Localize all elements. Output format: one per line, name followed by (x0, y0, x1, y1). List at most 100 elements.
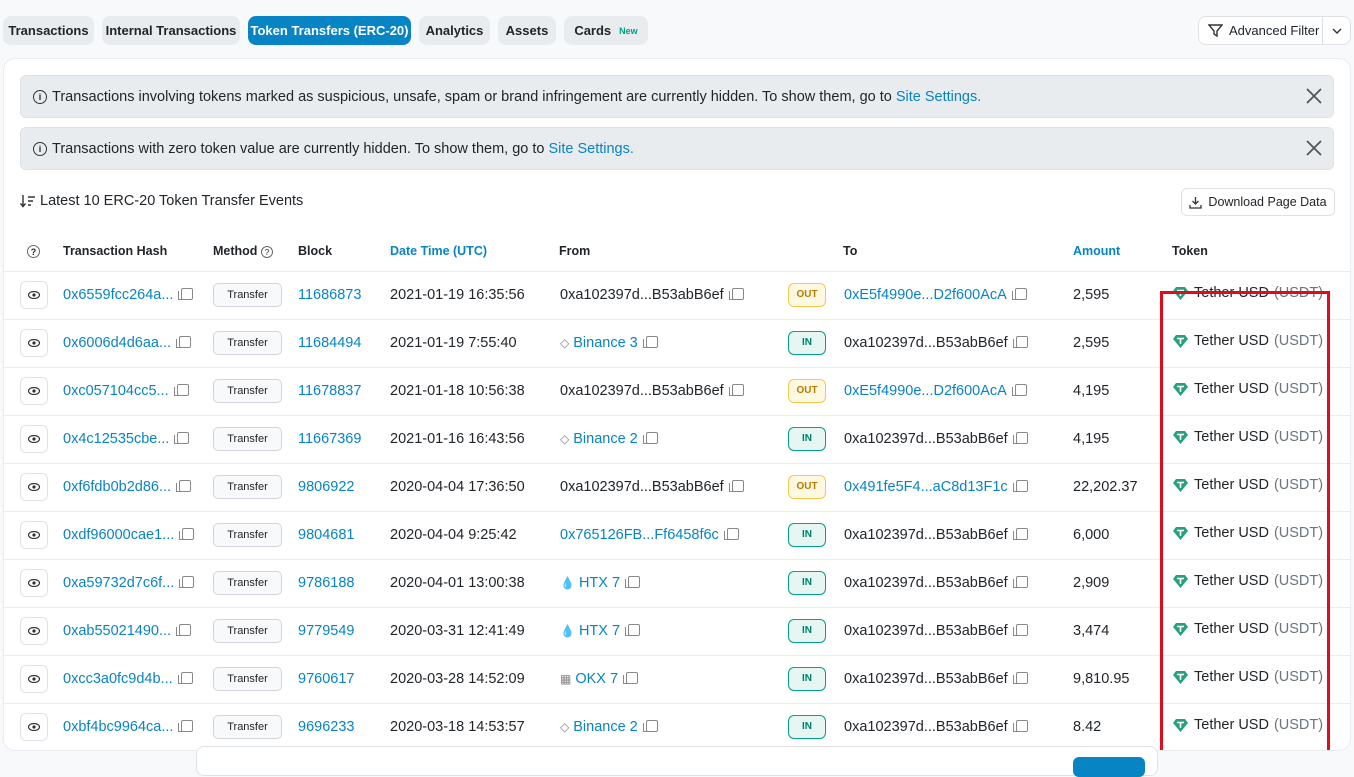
block-link[interactable]: 11667369 (298, 431, 361, 447)
tab-transactions[interactable]: Transactions (3, 16, 94, 45)
view-details-button[interactable] (20, 569, 48, 597)
copy-icon[interactable] (1012, 336, 1028, 348)
token-link[interactable]: Tether USD (USDT) (1172, 285, 1323, 301)
tx-hash-link[interactable]: 0x6006d4d6aa... (63, 335, 171, 351)
tx-hash-link[interactable]: 0x4c12535cbe... (63, 431, 169, 447)
copy-icon[interactable] (173, 384, 189, 396)
block-link[interactable]: 9779549 (298, 623, 354, 639)
tab-token-transfers[interactable]: Token Transfers (ERC-20) (248, 16, 411, 45)
block-link[interactable]: 11686873 (298, 287, 361, 303)
block-link[interactable]: 9806922 (298, 479, 354, 495)
tab-assets[interactable]: Assets (498, 16, 556, 45)
copy-icon[interactable] (625, 624, 641, 636)
help-icon[interactable]: ? (260, 246, 273, 258)
copy-icon[interactable] (177, 672, 193, 684)
token-link[interactable]: Tether USD (USDT) (1172, 621, 1323, 637)
from-address[interactable]: Binance 2 (573, 431, 638, 447)
copy-icon[interactable] (174, 432, 190, 444)
copy-icon[interactable] (176, 336, 192, 348)
from-address[interactable]: 0x765126FB...Ff6458f6c (560, 527, 719, 543)
tx-hash-link[interactable]: 0xc057104cc5... (63, 383, 169, 399)
tx-hash-link[interactable]: 0x6559fcc264a... (63, 287, 173, 303)
view-details-button[interactable] (20, 521, 48, 549)
tx-hash-link[interactable]: 0xab55021490... (63, 623, 171, 639)
copy-icon[interactable] (1012, 576, 1028, 588)
copy-icon[interactable] (1012, 432, 1028, 444)
from-address[interactable]: Binance 3 (573, 335, 638, 351)
copy-icon[interactable] (179, 528, 195, 540)
view-details-button[interactable] (20, 377, 48, 405)
floating-bar-button[interactable] (1073, 757, 1145, 777)
view-details-button[interactable] (20, 473, 48, 501)
token-link[interactable]: Tether USD (USDT) (1172, 669, 1323, 685)
copy-icon[interactable] (179, 576, 195, 588)
token-link[interactable]: Tether USD (USDT) (1172, 717, 1323, 733)
view-details-button[interactable] (20, 425, 48, 453)
download-label: Download Page Data (1208, 195, 1327, 209)
header-datetime[interactable]: Date Time (UTC) (390, 231, 559, 272)
view-details-button[interactable] (20, 281, 48, 309)
token-link[interactable]: Tether USD (USDT) (1172, 333, 1323, 349)
site-settings-link[interactable]: Site Settings. (896, 89, 981, 105)
tx-hash-link[interactable]: 0xdf96000cae1... (63, 527, 174, 543)
tab-analytics[interactable]: Analytics (419, 16, 490, 45)
copy-icon[interactable] (642, 336, 658, 348)
copy-icon[interactable] (728, 384, 744, 396)
copy-icon[interactable] (728, 480, 744, 492)
help-icon[interactable]: ? (27, 245, 40, 258)
copy-icon[interactable] (1012, 480, 1028, 492)
copy-icon[interactable] (178, 288, 194, 300)
from-address[interactable]: OKX 7 (575, 671, 618, 687)
copy-icon[interactable] (178, 720, 194, 732)
copy-icon[interactable] (1011, 288, 1027, 300)
block-link[interactable]: 9786188 (298, 575, 354, 591)
token-link[interactable]: Tether USD (USDT) (1172, 573, 1323, 589)
token-link[interactable]: Tether USD (USDT) (1172, 525, 1323, 541)
copy-icon[interactable] (176, 480, 192, 492)
to-address[interactable]: 0xE5f4990e...D2f600AcA (844, 383, 1007, 399)
token-link[interactable]: Tether USD (USDT) (1172, 381, 1323, 397)
block-link[interactable]: 9804681 (298, 527, 354, 543)
copy-icon[interactable] (642, 720, 658, 732)
copy-icon[interactable] (625, 576, 641, 588)
advanced-filter-dropdown[interactable] (1323, 28, 1350, 34)
from-address[interactable]: HTX 7 (579, 623, 620, 639)
to-address[interactable]: 0xE5f4990e...D2f600AcA (844, 287, 1007, 303)
to-address[interactable]: 0x491fe5F4...aC8d13F1c (844, 479, 1008, 495)
block-link[interactable]: 11678837 (298, 383, 361, 399)
view-details-button[interactable] (20, 329, 48, 357)
copy-icon[interactable] (1011, 384, 1027, 396)
copy-icon[interactable] (1012, 720, 1028, 732)
block-link[interactable]: 11684494 (298, 335, 361, 351)
close-icon[interactable] (1305, 87, 1323, 105)
tab-internal-transactions[interactable]: Internal Transactions (102, 16, 240, 45)
tx-hash-link[interactable]: 0xa59732d7c6f... (63, 575, 174, 591)
copy-icon[interactable] (728, 288, 744, 300)
view-details-button[interactable] (20, 665, 48, 693)
token-link[interactable]: Tether USD (USDT) (1172, 429, 1323, 445)
site-settings-link[interactable]: Site Settings. (548, 141, 633, 157)
tx-hash-link[interactable]: 0xbf4bc9964ca... (63, 719, 173, 735)
copy-icon[interactable] (176, 624, 192, 636)
tx-hash-link[interactable]: 0xf6fdb0b2d86... (63, 479, 171, 495)
header-amount[interactable]: Amount (1073, 231, 1164, 272)
view-details-button[interactable] (20, 617, 48, 645)
copy-icon[interactable] (723, 528, 739, 540)
copy-icon[interactable] (1012, 672, 1028, 684)
download-page-data-button[interactable]: Download Page Data (1181, 188, 1335, 216)
close-icon[interactable] (1305, 139, 1323, 157)
copy-icon[interactable] (642, 432, 658, 444)
tx-hash-link[interactable]: 0xcc3a0fc9d4b... (63, 671, 173, 687)
token-link[interactable]: Tether USD (USDT) (1172, 477, 1323, 493)
block-link[interactable]: 9696233 (298, 719, 354, 735)
from-address[interactable]: Binance 2 (573, 719, 638, 735)
cell-hash: 0xf6fdb0b2d86... (63, 463, 213, 512)
copy-icon[interactable] (623, 672, 639, 684)
copy-icon[interactable] (1012, 528, 1028, 540)
copy-icon[interactable] (1012, 624, 1028, 636)
block-link[interactable]: 9760617 (298, 671, 354, 687)
view-details-button[interactable] (20, 713, 48, 741)
advanced-filter-button[interactable]: Advanced Filter (1199, 17, 1323, 44)
from-address[interactable]: HTX 7 (579, 575, 620, 591)
tab-cards[interactable]: Cards New (564, 16, 648, 45)
